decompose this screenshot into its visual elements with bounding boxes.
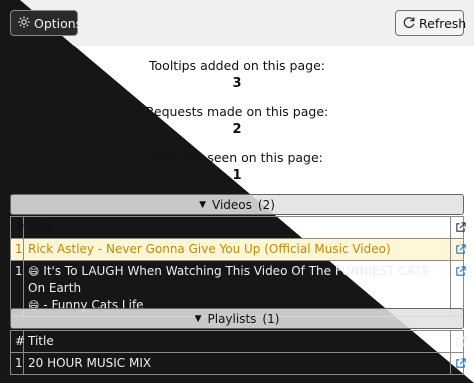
videos-count: (2)	[257, 197, 275, 212]
laughing-emoji-icon: 😄	[28, 265, 40, 278]
options-label: Options	[34, 15, 83, 31]
stat-rickrolls-value: 1	[232, 168, 242, 183]
stat-tooltips-label: Tooltips added on this page:	[149, 58, 325, 73]
videos-table-header: # Title	[10, 216, 466, 239]
gear-icon	[17, 15, 31, 32]
playlists-count: (1)	[262, 311, 280, 326]
column-header-link	[450, 216, 466, 239]
external-link-icon	[456, 336, 466, 346]
external-link-icon[interactable]	[455, 266, 466, 277]
refresh-button[interactable]: Refresh	[395, 10, 467, 36]
stat-tooltips: Tooltips added on this page: 3	[0, 58, 474, 91]
refresh-label: Refresh	[419, 15, 467, 31]
column-header-title: Title	[23, 216, 451, 239]
column-header-num: #	[10, 216, 25, 239]
refresh-icon	[402, 15, 416, 32]
stat-tooltips-value: 3	[232, 76, 242, 91]
stat-rickrolls: Rickrolls seen on this page: 1	[0, 150, 474, 183]
stat-rickrolls-label: Rickrolls seen on this page:	[151, 150, 323, 165]
videos-table: # Title 1 Rick Astley - Never Gonna Give…	[10, 216, 466, 317]
video-title-line1: It's To LAUGH When Watching This Video O…	[28, 264, 429, 295]
options-button[interactable]: Options	[10, 10, 82, 36]
stat-requests-value: 2	[232, 122, 242, 137]
stat-requests-label: Requests made on this page:	[145, 104, 329, 119]
table-row[interactable]: 1 Rick Astley - Never Gonna Give You Up …	[10, 238, 466, 261]
playlists-table: # Title 1 20 HOUR MUSIC MIX	[10, 330, 466, 375]
playlists-header-label: Playlists	[207, 311, 257, 326]
column-header-link	[450, 330, 466, 353]
table-row[interactable]: 1 20 HOUR MUSIC MIX	[10, 352, 466, 375]
open-link-cell[interactable]	[450, 238, 466, 261]
videos-header-label: Videos	[212, 197, 252, 212]
playlist-title: 20 HOUR MUSIC MIX	[23, 352, 451, 375]
video-title: Rick Astley - Never Gonna Give You Up (O…	[23, 238, 451, 261]
triangle-down-icon: ▼	[199, 199, 207, 210]
column-header-num: #	[10, 330, 25, 353]
triangle-down-icon: ▼	[194, 313, 202, 324]
playlists-section-header[interactable]: ▼ Playlists (1)	[10, 308, 464, 329]
external-link-icon[interactable]	[455, 244, 466, 255]
external-link-icon[interactable]	[455, 358, 466, 369]
row-num: 1	[10, 238, 24, 261]
open-link-cell[interactable]	[450, 352, 466, 375]
row-num: 1	[10, 352, 24, 375]
playlists-table-header: # Title	[10, 330, 466, 353]
stat-requests: Requests made on this page: 2	[0, 104, 474, 137]
column-header-title: Title	[23, 330, 451, 353]
external-link-icon	[456, 222, 466, 232]
videos-section-header[interactable]: ▼ Videos (2)	[10, 194, 464, 215]
